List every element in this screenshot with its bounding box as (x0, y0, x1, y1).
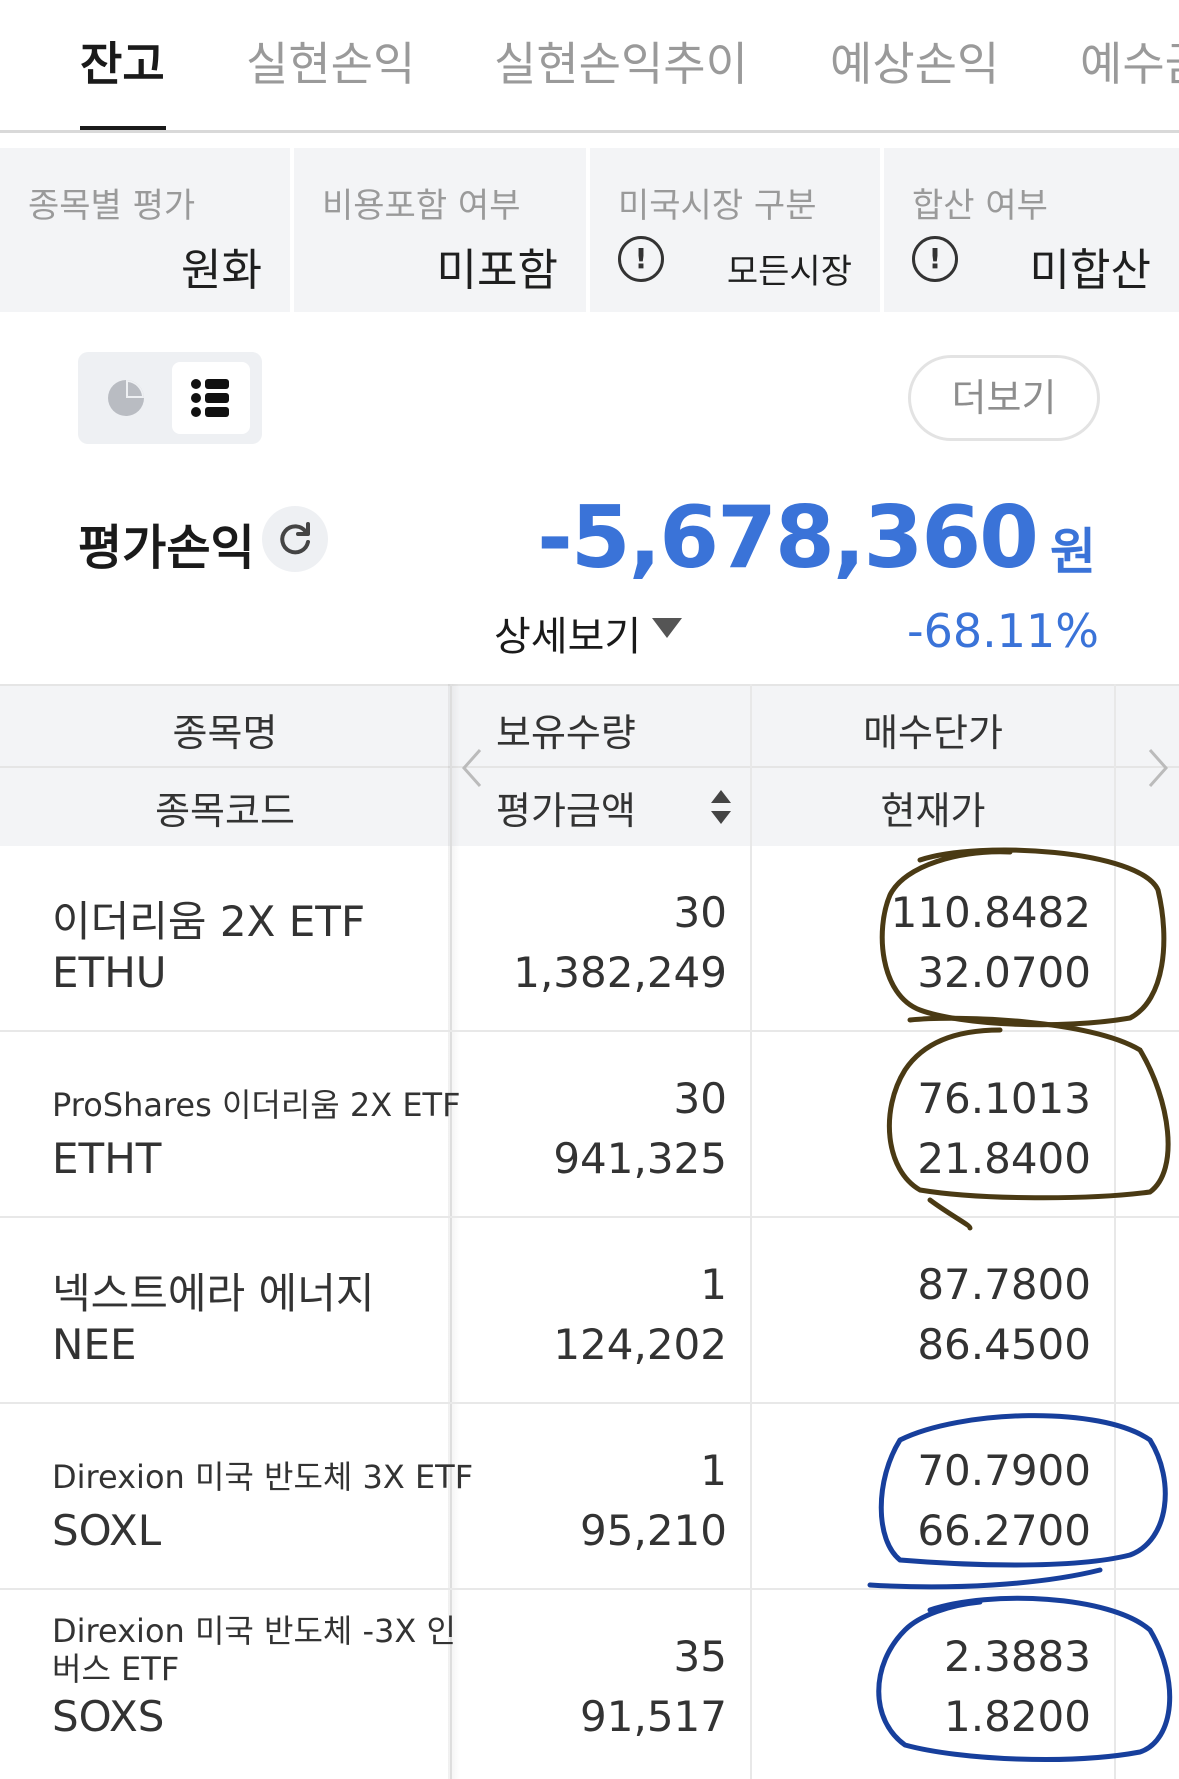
stock-name: 이더리움 2X ETF (52, 897, 366, 946)
caret-down-icon[interactable] (652, 618, 682, 638)
current-price: 86.4500 (917, 1320, 1091, 1369)
stock-code: ETHU (52, 948, 167, 997)
stock-name: Direxion 미국 반도체 3X ETF (52, 1458, 474, 1496)
pnl-amount: -5,678,360 (537, 488, 1039, 588)
info-icon[interactable]: ! (912, 236, 958, 282)
table-row[interactable]: Direxion 미국 반도체 3X ETF SOXL 1 95,210 70.… (0, 1404, 1179, 1590)
more-button[interactable]: 더보기 (908, 355, 1100, 441)
view-toggle (78, 352, 262, 444)
tab-realized-pnl-trend[interactable]: 실현손익추이 (494, 28, 748, 94)
buy-price: 2.3883 (944, 1632, 1091, 1681)
refresh-icon (280, 522, 310, 555)
buy-price: 87.7800 (917, 1260, 1091, 1309)
stock-code: SOXL (52, 1506, 162, 1555)
eval-amount: 941,325 (553, 1134, 727, 1183)
header-buy-price: 매수단가 (863, 711, 1003, 755)
setting-value: 미합산 (1029, 245, 1151, 296)
quantity: 35 (673, 1632, 727, 1681)
sort-icon[interactable] (708, 786, 734, 828)
current-price: 21.8400 (917, 1134, 1091, 1183)
header-amount[interactable]: 평가금액 (496, 780, 636, 835)
buy-price: 70.7900 (917, 1446, 1091, 1495)
setting-evaluation-currency[interactable]: 종목별 평가 원화 (0, 148, 290, 312)
stock-name: ProShares 이더리움 2X ETF (52, 1086, 461, 1124)
eval-amount: 91,517 (580, 1692, 727, 1741)
stock-name: 넥스트에라 에너지 (52, 1269, 375, 1318)
detail-toggle[interactable]: 상세보기 (494, 604, 641, 662)
quantity: 30 (673, 1074, 727, 1123)
info-icon[interactable]: ! (618, 236, 664, 282)
stock-code: SOXS (52, 1692, 165, 1741)
header-current-price: 현재가 (880, 789, 986, 833)
list-icon (191, 379, 229, 417)
pnl-label: 평가손익 (78, 520, 255, 576)
pnl-unit: 원 (1050, 523, 1096, 581)
table-row[interactable]: 넥스트에라 에너지 NEE 1 124,202 87.7800 86.4500 (0, 1218, 1179, 1404)
setting-label: 종목별 평가 (28, 186, 196, 226)
setting-value: 미포함 (436, 245, 558, 296)
header-quantity: 보유수량 (496, 711, 636, 755)
tab-bar: 잔고 실현손익 실현손익추이 예상손익 예수금 (0, 0, 1179, 133)
divider (0, 766, 1179, 768)
setting-aggregate[interactable]: 합산 여부 ! 미합산 (884, 148, 1179, 312)
refresh-button[interactable] (262, 506, 328, 572)
header-name: 종목명 (172, 711, 278, 755)
quantity: 1 (700, 1260, 727, 1309)
setting-label: 비용포함 여부 (322, 186, 521, 226)
current-price: 1.8200 (944, 1692, 1091, 1741)
setting-label: 미국시장 구분 (618, 186, 817, 226)
header-code: 종목코드 (155, 789, 295, 833)
buy-price: 76.1013 (917, 1074, 1091, 1123)
eval-amount: 124,202 (553, 1320, 727, 1369)
quantity: 30 (673, 888, 727, 937)
chevron-right-icon[interactable] (1146, 746, 1172, 790)
eval-amount: 1,382,249 (513, 948, 727, 997)
current-price: 32.0700 (917, 948, 1091, 997)
setting-include-fees[interactable]: 비용포함 여부 미포함 (294, 148, 586, 312)
eval-amount: 95,210 (580, 1506, 727, 1555)
table-header: 종목명 보유수량 매수단가 종목코드 평가금액 현재가 (0, 684, 1179, 848)
stock-code: NEE (52, 1320, 137, 1369)
setting-us-market[interactable]: 미국시장 구분 ! 모든시장 (590, 148, 880, 312)
pnl-rate: -68.11% (907, 604, 1099, 658)
tab-realized-pnl[interactable]: 실현손익 (246, 28, 415, 94)
tab-expected-pnl[interactable]: 예상손익 (830, 28, 999, 94)
tab-balance[interactable]: 잔고 (80, 28, 165, 94)
table-row[interactable]: ProShares 이더리움 2X ETF ETHT 30 941,325 76… (0, 1032, 1179, 1218)
table-row[interactable]: Direxion 미국 반도체 -3X 인 버스 ETF SOXS 35 91,… (0, 1590, 1179, 1779)
active-tab-indicator (80, 126, 166, 130)
setting-value: 모든시장 (726, 252, 852, 292)
setting-value: 원화 (181, 245, 262, 296)
stock-name: 버스 ETF (52, 1650, 180, 1688)
chevron-left-icon[interactable] (458, 746, 484, 790)
buy-price: 110.8482 (890, 888, 1091, 937)
stock-code: ETHT (52, 1134, 162, 1183)
pie-chart-icon[interactable] (106, 378, 146, 418)
quantity: 1 (700, 1446, 727, 1495)
settings-row: 종목별 평가 원화 비용포함 여부 미포함 미국시장 구분 ! 모든시장 합산 … (0, 148, 1179, 312)
list-view-button[interactable] (172, 362, 250, 434)
setting-label: 합산 여부 (912, 186, 1048, 226)
table-row[interactable]: 이더리움 2X ETF ETHU 30 1,382,249 110.8482 3… (0, 846, 1179, 1032)
current-price: 66.2700 (917, 1506, 1091, 1555)
tab-deposit[interactable]: 예수금 (1080, 28, 1179, 94)
